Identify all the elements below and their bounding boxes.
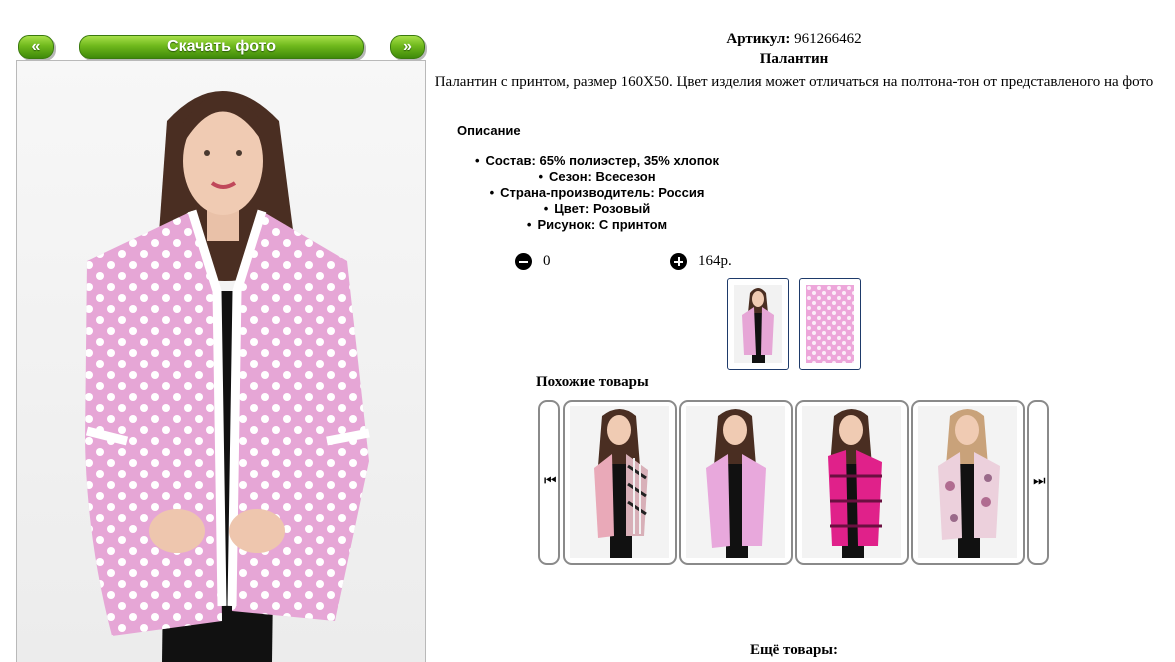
plus-circle-icon[interactable] [670,253,687,270]
similar-product-card[interactable] [795,400,909,565]
article-label: Артикул: [726,31,791,47]
product-name: Палантин [759,51,829,67]
article-line: Артикул: 961266462 [434,31,1154,48]
next-photo-button[interactable]: » [390,35,425,59]
product-description: Палантин с принтом, размер 160Х50. Цвет … [434,74,1154,90]
carousel-next-button[interactable]: ⏭ [1027,400,1049,565]
skip-previous-icon: ⏮ [544,473,557,489]
property-item: Страна-производитель: Россия [430,185,764,201]
previous-photo-button[interactable]: « [18,35,54,59]
fabric-thumbnail[interactable] [799,278,861,370]
carousel-prev-button[interactable]: ⏮ [538,400,560,565]
property-item: Состав: 65% полиэстер, 35% хлопок [430,153,764,169]
minus-circle-icon[interactable] [515,253,532,270]
article-number: 961266462 [794,31,862,47]
download-photo-button[interactable]: Скачать фото [79,35,364,59]
property-item: Рисунок: С принтом [430,217,764,233]
skip-next-icon: ⏭ [1033,473,1046,489]
price-control: 164р. [670,253,732,270]
similar-product-card[interactable] [679,400,793,565]
property-item: Сезон: Всесезон [430,169,764,185]
similar-product-card[interactable] [563,400,677,565]
properties-list: Состав: 65% полиэстер, 35% хлопок Сезон:… [430,153,764,233]
similar-product-card[interactable] [911,400,1025,565]
property-item: Цвет: Розовый [430,201,764,217]
more-products-title: Ещё товары: [749,642,839,658]
quantity-value: 0 [543,253,551,269]
similar-products-title: Похожие товары [536,374,649,390]
price-value: 164р. [698,253,732,269]
quantity-control: 0 [515,253,551,270]
main-product-photo[interactable] [16,60,426,662]
photo-thumbnail[interactable] [727,278,789,370]
description-heading: Описание [457,123,521,138]
